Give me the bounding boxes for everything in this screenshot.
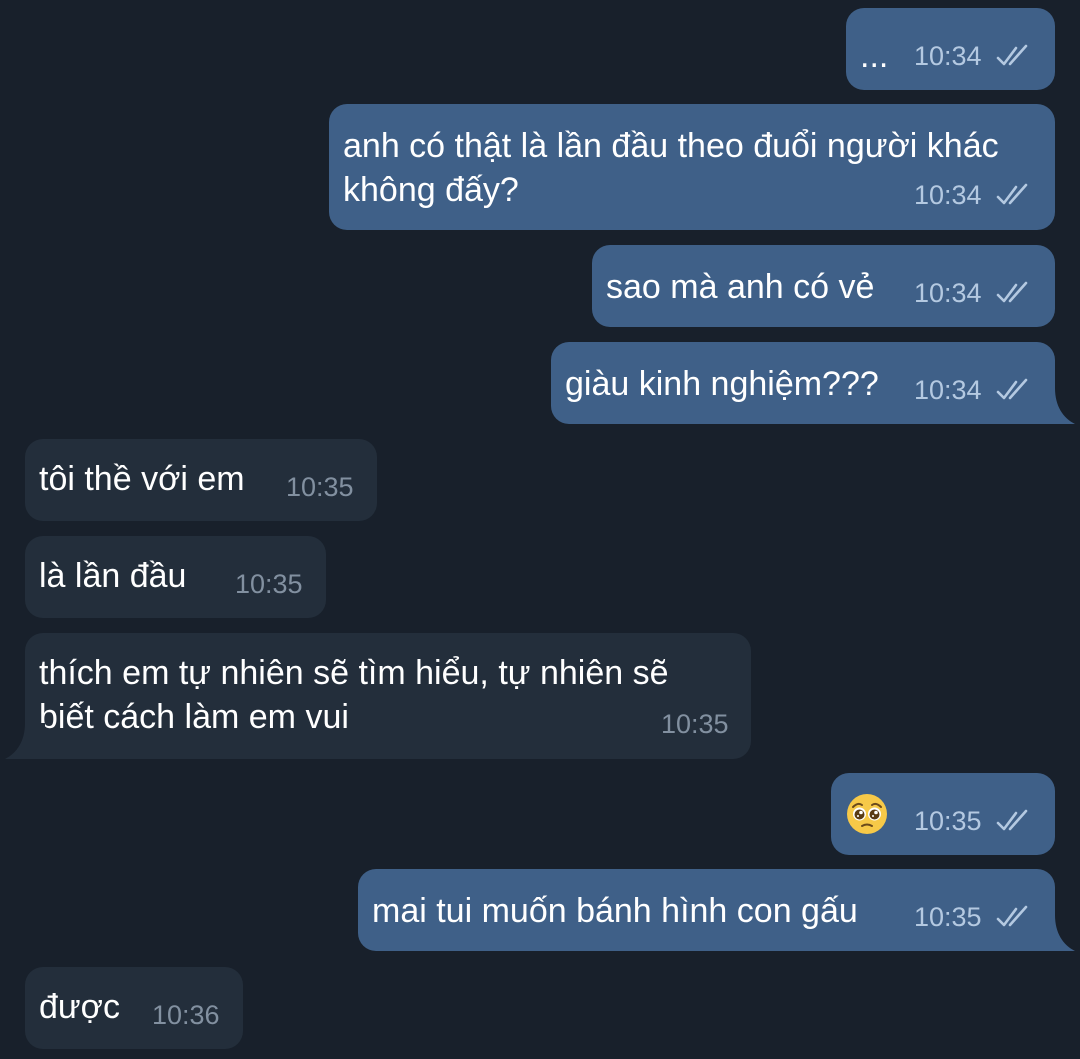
message-text: ...: [860, 37, 889, 75]
message-time: 10:35: [286, 472, 354, 502]
incoming-message-bubble[interactable]: tôi thề với em 10:35: [25, 439, 377, 521]
message-text-line: không đấy?: [343, 171, 519, 209]
message-text: mai tui muốn bánh hình con gấu: [372, 892, 858, 930]
message-text: tôi thề với em: [39, 460, 245, 498]
incoming-message-bubble[interactable]: được 10:36: [25, 967, 243, 1049]
message-text-line: thích em tự nhiên sẽ tìm hiểu, tự nhiên …: [39, 654, 669, 692]
message-time: 10:34: [914, 180, 982, 210]
message-text: giàu kinh nghiệm???: [565, 365, 879, 403]
outgoing-message-bubble[interactable]: anh có thật là lần đầu theo đuổi người k…: [329, 104, 1055, 230]
outgoing-message-bubble[interactable]: ... 10:34: [846, 8, 1055, 90]
message-time: 10:36: [152, 1000, 220, 1030]
read-checkmarks-icon: [996, 809, 1028, 831]
incoming-message-bubble[interactable]: là lần đầu 10:35: [25, 536, 326, 618]
incoming-message-bubble[interactable]: thích em tự nhiên sẽ tìm hiểu, tự nhiên …: [5, 633, 751, 759]
read-checkmarks-icon: [996, 378, 1028, 400]
message-time: 10:35: [235, 569, 303, 599]
read-checkmarks-icon: [996, 281, 1028, 303]
message-text: là lần đầu: [39, 557, 187, 595]
bubble-tail: [1035, 388, 1075, 424]
message-time: 10:35: [661, 709, 729, 739]
read-checkmarks-icon: [996, 183, 1028, 205]
message-text: sao mà anh có vẻ: [606, 268, 875, 306]
message-text-line: biết cách làm em vui: [39, 698, 349, 736]
message-time: 10:35: [914, 806, 982, 836]
outgoing-message-bubble[interactable]: giàu kinh nghiệm??? 10:34: [551, 342, 1075, 424]
read-checkmarks-icon: [996, 905, 1028, 927]
message-time: 10:34: [914, 41, 982, 71]
pleading-face-emoji-icon: [847, 794, 887, 834]
read-checkmarks-icon: [996, 44, 1028, 66]
message-text-line: anh có thật là lần đầu theo đuổi người k…: [343, 127, 999, 165]
bubble-tail: [5, 723, 45, 759]
chat-message-list[interactable]: ... 10:34 anh có thật là lần đầu theo đu…: [0, 0, 1080, 1059]
outgoing-message-bubble[interactable]: 10:35: [831, 773, 1055, 855]
message-text: được: [39, 988, 120, 1026]
outgoing-message-bubble[interactable]: sao mà anh có vẻ 10:34: [592, 245, 1055, 327]
outgoing-message-bubble[interactable]: mai tui muốn bánh hình con gấu 10:35: [358, 869, 1075, 951]
message-time: 10:34: [914, 375, 982, 405]
bubble-tail: [1035, 915, 1075, 951]
message-time: 10:34: [914, 278, 982, 308]
message-time: 10:35: [914, 902, 982, 932]
